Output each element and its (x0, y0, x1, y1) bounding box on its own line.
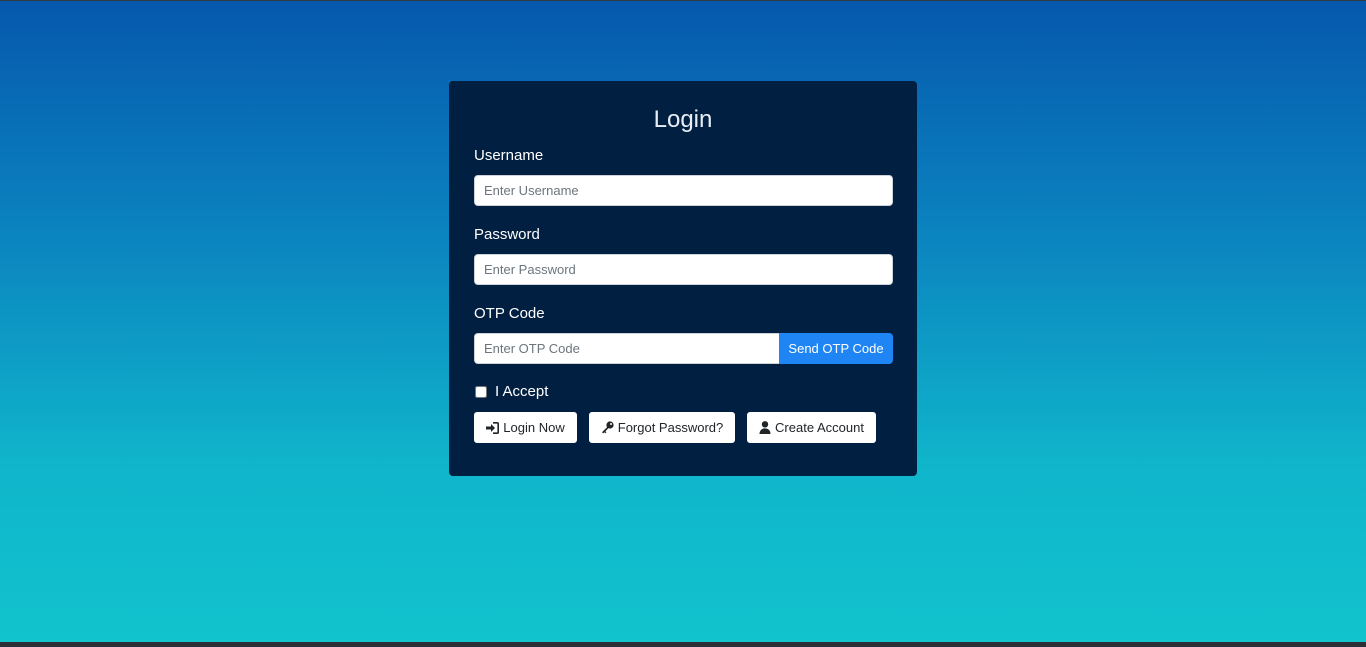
forgot-password-button[interactable]: Forgot Password? (589, 412, 735, 443)
user-icon (759, 421, 771, 434)
key-icon (601, 421, 614, 434)
password-label: Password (474, 226, 540, 243)
create-account-label: Create Account (775, 420, 864, 435)
otp-input[interactable] (474, 333, 779, 364)
otp-input-group: Send OTP Code (474, 333, 893, 364)
accept-row: I Accept (474, 383, 548, 400)
create-account-button[interactable]: Create Account (747, 412, 876, 443)
sign-in-icon (486, 421, 500, 434)
login-title: Login (653, 106, 713, 133)
taskbar-strip (0, 642, 1366, 647)
send-otp-button[interactable]: Send OTP Code (779, 333, 893, 364)
username-input[interactable] (474, 175, 893, 206)
forgot-password-label: Forgot Password? (617, 420, 724, 435)
login-now-label: Login Now (503, 420, 565, 435)
accept-checkbox[interactable] (475, 385, 487, 398)
login-now-button[interactable]: Login Now (474, 412, 577, 443)
username-label: Username (474, 147, 544, 164)
otp-label: OTP Code (474, 305, 545, 322)
password-input[interactable] (474, 254, 893, 285)
accept-label: I Accept (495, 383, 549, 400)
window-top-border (0, 0, 1366, 1)
